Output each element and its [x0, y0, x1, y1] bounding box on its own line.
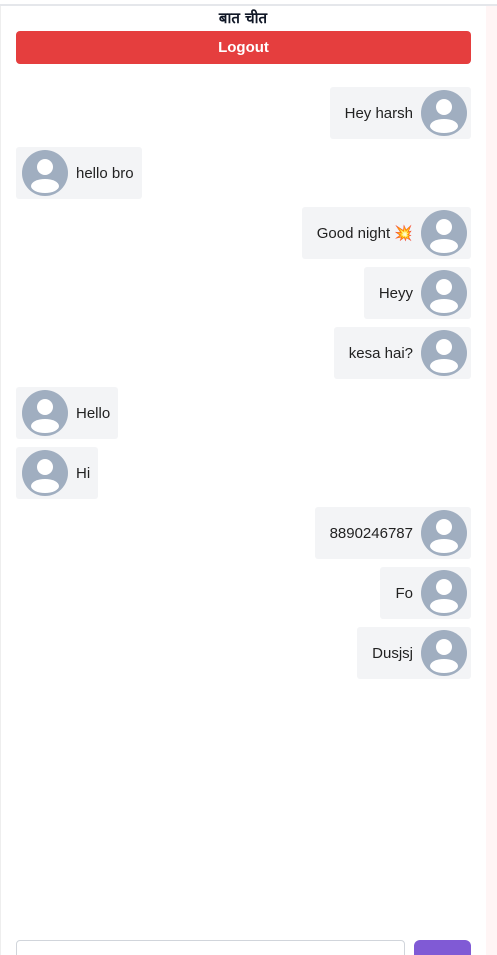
message-text: Hi	[76, 464, 91, 482]
avatar-icon	[421, 630, 467, 676]
avatar-icon	[421, 510, 467, 556]
logout-button[interactable]: Logout	[16, 31, 471, 64]
scrollbar-track[interactable]	[486, 6, 497, 955]
message-text: Heyy	[378, 284, 413, 302]
sent-message-bubble: Hey harsh	[329, 87, 471, 139]
message-row: Dusjsj	[16, 627, 471, 679]
sent-message-bubble: kesa hai?	[333, 327, 471, 379]
avatar-icon	[22, 450, 68, 496]
message-row: Heyy	[16, 267, 471, 319]
message-text: Hello	[76, 404, 111, 422]
message-text: Hey harsh	[344, 104, 413, 122]
message-text: kesa hai?	[348, 344, 413, 362]
avatar-icon	[22, 390, 68, 436]
message-row: Fo	[16, 567, 471, 619]
avatar-icon	[421, 330, 467, 376]
message-text: Dusjsj	[372, 644, 413, 662]
message-row: 8890246787	[16, 507, 471, 559]
page-title: बात चीत	[218, 9, 268, 27]
sent-message-bubble: Good night 💥	[301, 207, 471, 259]
sent-message-bubble: Dusjsj	[357, 627, 471, 679]
message-row: Hey harsh	[16, 87, 471, 139]
avatar-icon	[421, 570, 467, 616]
avatar-icon	[421, 210, 467, 256]
message-row: Good night 💥	[16, 207, 471, 259]
sent-message-bubble: Fo	[380, 567, 471, 619]
left-border	[0, 6, 1, 955]
message-text: Fo	[395, 584, 413, 602]
message-text: Good night 💥	[316, 225, 413, 242]
message-row: Hi	[16, 447, 471, 499]
top-divider	[0, 4, 497, 6]
sent-message-bubble: 8890246787	[314, 507, 471, 559]
avatar-icon	[421, 90, 467, 136]
chat-page: बात चीत Logout Hey harsh hello bro Good …	[0, 0, 497, 955]
message-text: hello bro	[76, 164, 134, 182]
received-message-bubble: Hello	[16, 387, 119, 439]
message-list: Hey harsh hello bro Good night 💥 Heyy ke…	[16, 87, 471, 687]
send-button[interactable]	[414, 940, 471, 955]
message-row: Hello	[16, 387, 471, 439]
message-row: hello bro	[16, 147, 471, 199]
avatar-icon	[421, 270, 467, 316]
message-text: 8890246787	[329, 524, 413, 542]
received-message-bubble: hello bro	[16, 147, 142, 199]
message-row: kesa hai?	[16, 327, 471, 379]
received-message-bubble: Hi	[16, 447, 99, 499]
message-input[interactable]	[16, 940, 405, 955]
avatar-icon	[22, 150, 68, 196]
sent-message-bubble: Heyy	[363, 267, 471, 319]
